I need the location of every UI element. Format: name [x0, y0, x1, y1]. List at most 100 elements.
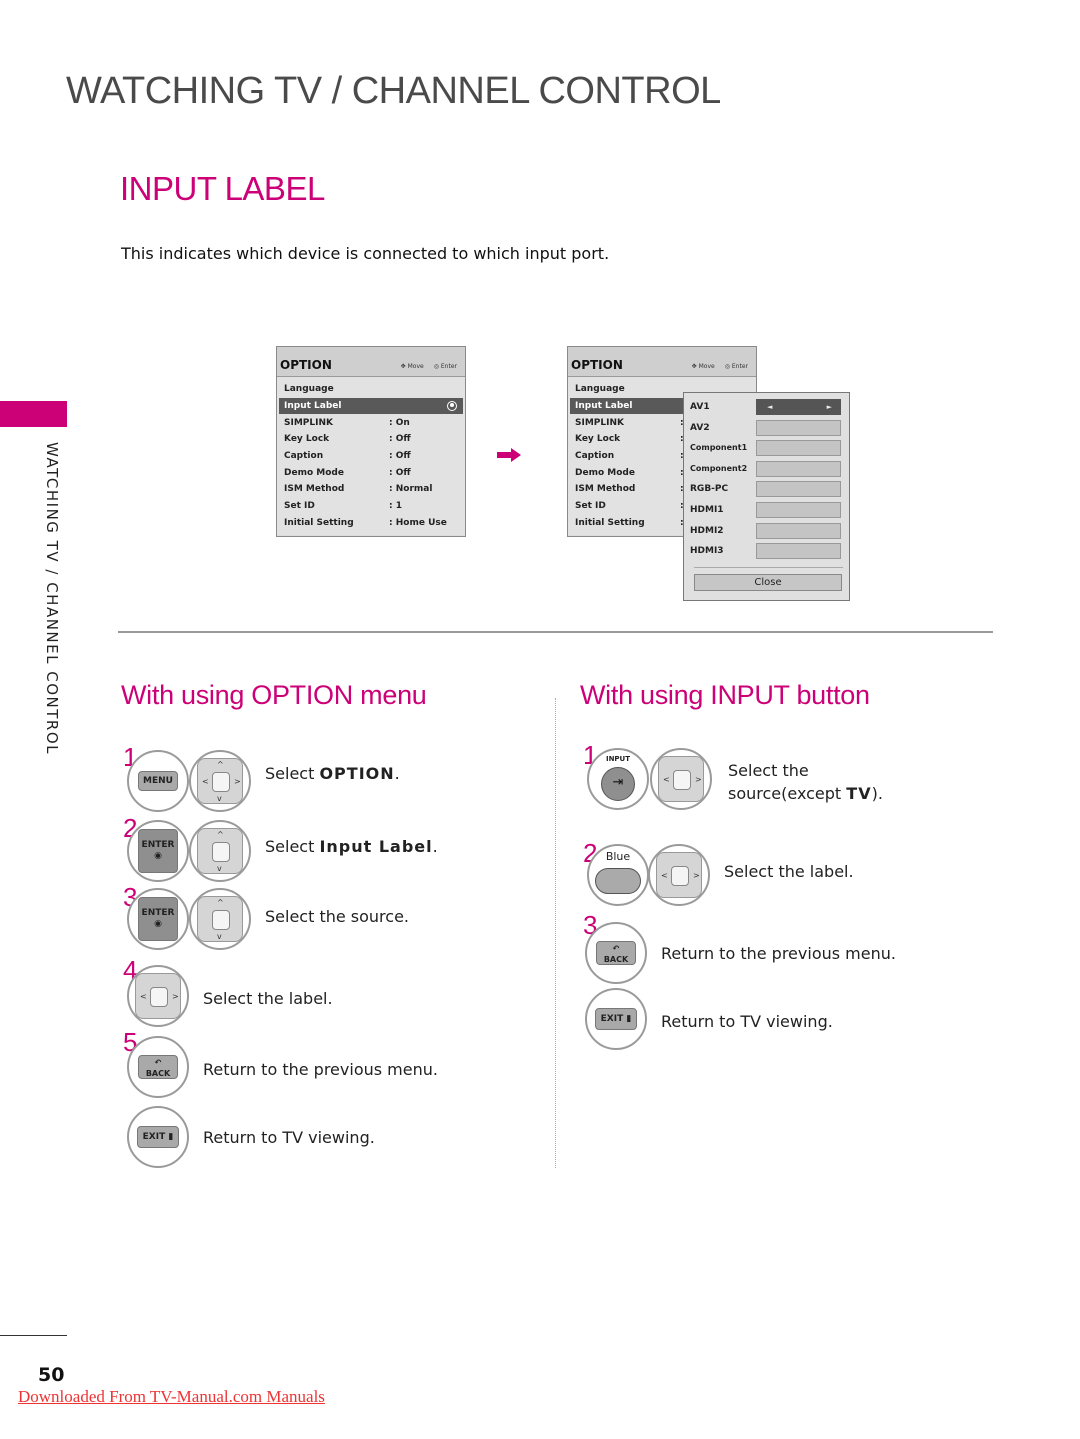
osd-item-label: Caption — [284, 451, 324, 462]
step-text: Return to TV viewing. — [661, 1012, 833, 1031]
enter-icon: ◎ — [433, 363, 439, 370]
source-name: RGB-PC — [690, 484, 729, 495]
nav-pad[interactable]: ^ v < > — [189, 750, 251, 812]
nav-pad[interactable]: < > — [650, 748, 712, 810]
enter-button[interactable]: ENTER ◉ — [127, 820, 189, 882]
osd-item-label: Initial Setting — [575, 517, 645, 528]
source-name: AV1 — [690, 402, 710, 412]
nav-leftright-icon: < > — [656, 852, 702, 898]
nav-pad[interactable]: ^ v — [189, 820, 251, 882]
source-name: HDMI2 — [690, 525, 724, 536]
close-button[interactable]: Close — [694, 574, 842, 591]
intro-text: This indicates which device is connected… — [121, 244, 610, 263]
section-title: WATCHING TV / CHANNEL CONTROL — [66, 70, 721, 112]
osd-header: OPTION ✥ Move ◎ Enter — [277, 347, 465, 377]
osd-item-label: Demo Mode — [284, 467, 344, 478]
osd-menu-item[interactable]: Set ID: 1 — [279, 498, 463, 515]
osd-item-label: Caption — [575, 451, 615, 462]
nav-pad[interactable]: < > — [648, 844, 710, 906]
nav-pad[interactable]: ^ v — [189, 888, 251, 950]
osd-menu-item[interactable]: ISM Method: Normal — [279, 481, 463, 498]
source-name: AV2 — [690, 422, 710, 433]
osd-menu-list: Language Input Label SIMPLINK: On Key Lock:… — [277, 377, 465, 536]
osd-hints: ✥ Move ◎ Enter — [401, 363, 457, 370]
download-source-link[interactable]: Downloaded From TV-Manual.com Manuals — [18, 1387, 325, 1407]
move-hint: ✥ Move — [400, 363, 424, 370]
arrow-right-icon[interactable]: ► — [827, 403, 832, 411]
side-section-label: WATCHING TV / CHANNEL CONTROL — [43, 442, 61, 756]
back-icon: ↶ — [612, 944, 620, 953]
osd-menu-item[interactable]: Language — [279, 381, 463, 398]
osd-menu-item[interactable]: SIMPLINK: On — [279, 414, 463, 431]
step-text: Select the label. — [203, 989, 333, 1008]
label-field[interactable]: ◄ ► — [756, 399, 841, 415]
step-text: Return to the previous menu. — [203, 1060, 438, 1079]
source-name: Component2 — [690, 463, 748, 473]
page-title: INPUT LABEL — [120, 170, 325, 207]
exit-button[interactable]: EXIT ▮ — [127, 1106, 189, 1168]
label-field[interactable] — [756, 543, 841, 560]
input-section-title: With using INPUT button — [580, 680, 870, 710]
osd-item-value: : 1 — [389, 501, 402, 512]
exit-button[interactable]: EXIT ▮ — [585, 988, 647, 1050]
nav-leftright-icon: < > — [658, 756, 704, 802]
back-key: ↶ BACK — [138, 1055, 178, 1079]
step-text: Return to TV viewing. — [203, 1128, 375, 1147]
osd-item-label: SIMPLINK — [575, 417, 624, 428]
back-icon: ↶ — [154, 1058, 162, 1067]
label-field[interactable] — [756, 460, 841, 477]
blue-button[interactable]: Blue — [587, 844, 649, 906]
nav-4way-icon: ^ v < > — [197, 758, 243, 804]
label-field[interactable] — [756, 419, 841, 436]
osd-header: OPTION ✥ Move ◎ Enter — [568, 347, 756, 377]
osd-menu-item[interactable]: Initial Setting : Home Use — [279, 515, 463, 532]
side-tab-marker — [0, 401, 67, 427]
exit-key: EXIT ▮ — [595, 1008, 637, 1030]
menu-button[interactable]: MENU — [127, 750, 189, 812]
osd-menu-item[interactable]: Demo Mode : Off — [279, 464, 463, 481]
step-text: Return to the previous menu. — [661, 944, 896, 963]
step-text: Select the source. — [265, 907, 410, 926]
osd-item-label: Key Lock — [284, 434, 330, 445]
osd-item-value: : Normal — [389, 484, 433, 495]
osd-item-value: : On — [389, 417, 410, 428]
nav-updown-icon: ^ v — [197, 896, 243, 942]
osd-item-label: Initial Setting — [284, 517, 354, 528]
enter-hint: ◎ Enter — [433, 363, 457, 370]
enter-indicator-icon — [447, 400, 457, 411]
osd-item-value: : Off — [389, 434, 411, 445]
exit-key: EXIT ▮ — [137, 1126, 179, 1148]
exit-door-icon: ▮ — [168, 1132, 174, 1142]
back-button[interactable]: ↶ BACK — [585, 922, 647, 984]
osd-item-label: Input Label — [575, 401, 633, 412]
popup-divider — [694, 567, 843, 568]
input-source-icon: ⇥ — [601, 766, 635, 801]
osd-item-value: : Off — [389, 451, 411, 462]
label-field[interactable] — [756, 502, 841, 518]
osd-item-label: Demo Mode — [575, 467, 635, 478]
osd-item-label: Input Label — [284, 401, 342, 412]
blue-label: Blue — [605, 850, 631, 863]
back-button[interactable]: ↶ BACK — [127, 1036, 189, 1098]
step-text: Select OPTION. — [265, 764, 400, 783]
osd-menu-item[interactable]: Input Label — [279, 397, 463, 415]
exit-door-icon: ▮ — [626, 1014, 632, 1024]
enter-button[interactable]: ENTER ◉ — [127, 888, 189, 950]
label-field[interactable] — [756, 522, 841, 539]
osd-item-label: Key Lock — [575, 434, 621, 445]
nav-pad[interactable]: < > — [127, 965, 189, 1027]
label-field[interactable] — [756, 481, 841, 498]
osd-item-value: : Off — [389, 467, 411, 478]
menu-key: MENU — [138, 771, 178, 791]
label-field[interactable] — [756, 440, 841, 457]
step-text: Select Input Label. — [265, 837, 438, 856]
osd-menu-item[interactable]: Key Lock : Off — [279, 431, 463, 448]
footer-rule — [0, 1335, 67, 1336]
arrow-left-icon[interactable]: ◄ — [767, 403, 772, 411]
input-label: INPUT — [605, 755, 631, 763]
enter-icon: ◎ — [724, 363, 730, 370]
move-icon: ✥ — [691, 363, 697, 370]
osd-menu-item[interactable]: Caption : Off — [279, 448, 463, 465]
input-button[interactable]: INPUT ⇥ — [587, 748, 649, 810]
osd-item-value: : Home Use — [389, 517, 447, 528]
